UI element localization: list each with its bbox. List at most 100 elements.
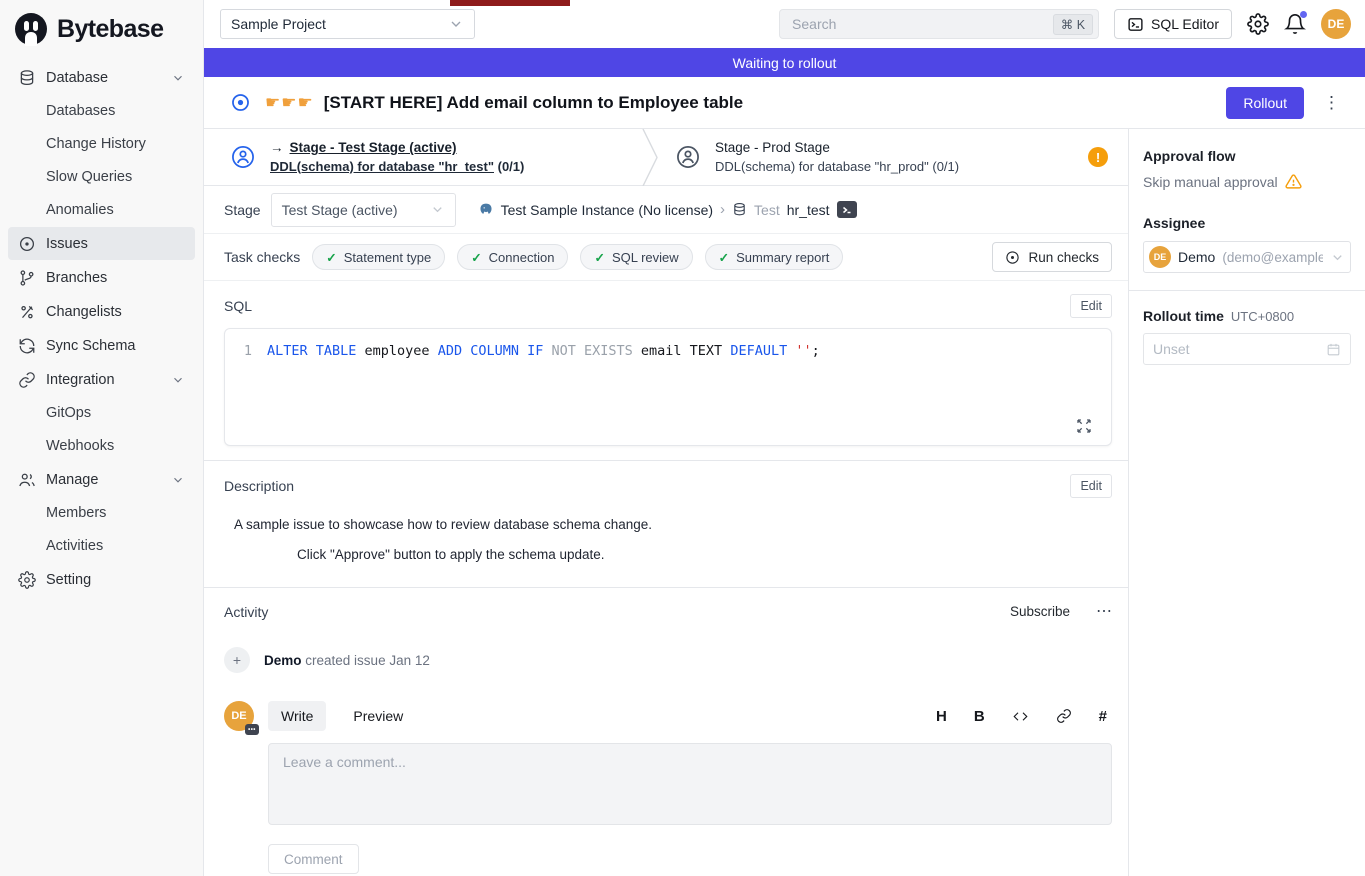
sidebar-item-activities[interactable]: Activities bbox=[8, 530, 195, 562]
issue-icon bbox=[18, 235, 36, 253]
stage-task-detail: DDL(schema) for database "hr_prod" bbox=[715, 159, 929, 174]
subscribe-button[interactable]: Subscribe bbox=[1004, 603, 1076, 620]
issue-more-menu[interactable]: ⋮ bbox=[1314, 94, 1349, 111]
sidebar-item-gitops[interactable]: GitOps bbox=[8, 397, 195, 429]
rollout-time-heading: Rollout time bbox=[1143, 308, 1224, 324]
stage-select[interactable]: Test Stage (active) bbox=[271, 193, 456, 227]
assignee-avatar: DE bbox=[1149, 246, 1171, 268]
sync-icon bbox=[18, 337, 36, 355]
sidebar-item-issues[interactable]: Issues bbox=[8, 227, 195, 260]
stage-task-count: (0/1) bbox=[498, 159, 525, 174]
tab-write[interactable]: Write bbox=[268, 701, 326, 731]
assignee-select[interactable]: DE Demo (demo@example bbox=[1143, 241, 1351, 273]
stage-card-prod[interactable]: Stage - Prod Stage DDL(schema) for datab… bbox=[659, 129, 1128, 185]
bold-format-icon[interactable]: B bbox=[974, 708, 985, 725]
stage-select-value: Test Stage (active) bbox=[282, 202, 398, 218]
code-format-icon[interactable] bbox=[1012, 709, 1029, 724]
settings-gear-button[interactable] bbox=[1247, 13, 1269, 35]
user-avatar[interactable]: DE bbox=[1321, 9, 1351, 39]
sql-heading: SQL bbox=[224, 298, 252, 314]
issue-title: [START HERE] Add email column to Employe… bbox=[324, 93, 743, 113]
pointing-finger-emojis: ☛☛☛ bbox=[265, 93, 314, 113]
check-pill-sql-review[interactable]: ✓SQL review bbox=[580, 244, 692, 270]
comment-input[interactable] bbox=[268, 743, 1112, 825]
database-cylinder-icon bbox=[732, 202, 747, 217]
comment-editor: DE ••• Write Preview H B # bbox=[204, 681, 1128, 874]
sql-editor-button[interactable]: SQL Editor bbox=[1114, 9, 1232, 39]
task-checks-bar: Task checks ✓Statement type ✓Connection … bbox=[204, 234, 1128, 281]
screen-recording-artifact bbox=[450, 0, 570, 6]
check-passed-icon: ✓ bbox=[594, 250, 604, 265]
rollout-time-input[interactable]: Unset bbox=[1143, 333, 1351, 365]
check-passed-icon: ✓ bbox=[719, 250, 729, 265]
project-select[interactable]: Sample Project bbox=[220, 9, 475, 39]
instance-link[interactable]: Test Sample Instance (No license) bbox=[501, 202, 713, 218]
sql-edit-button[interactable]: Edit bbox=[1070, 294, 1112, 318]
sidebar-item-changelists[interactable]: Changelists bbox=[8, 295, 195, 328]
sidebar-item-anomalies[interactable]: Anomalies bbox=[8, 194, 195, 226]
heading-format-icon[interactable]: H bbox=[936, 708, 947, 725]
gear-icon bbox=[18, 571, 36, 589]
sidebar-item-label: Manage bbox=[46, 472, 98, 488]
sidebar-item-manage[interactable]: Manage bbox=[8, 463, 195, 496]
assignee-name: Demo bbox=[1178, 249, 1215, 265]
open-in-sql-editor-icon[interactable] bbox=[837, 201, 857, 218]
sidebar-item-databases[interactable]: Databases bbox=[8, 95, 195, 127]
chevron-down-icon bbox=[430, 202, 445, 217]
approval-status: Skip manual approval bbox=[1143, 174, 1278, 190]
topbar: Sample Project ⌘ K SQL Editor DE bbox=[204, 0, 1365, 48]
sidebar-item-label: Sync Schema bbox=[46, 338, 135, 354]
link-format-icon[interactable] bbox=[1056, 708, 1072, 724]
run-checks-button[interactable]: Run checks bbox=[992, 242, 1112, 272]
assignee-heading: Assignee bbox=[1143, 215, 1351, 231]
database-link[interactable]: hr_test bbox=[787, 202, 830, 218]
description-section: Description Edit A sample issue to showc… bbox=[204, 460, 1128, 588]
sidebar-item-integration[interactable]: Integration bbox=[8, 363, 195, 396]
stage-strip: → Stage - Test Stage (active) DDL(schema… bbox=[204, 129, 1128, 186]
sql-editor-label: SQL Editor bbox=[1151, 16, 1219, 32]
check-pill-summary-report[interactable]: ✓Summary report bbox=[705, 244, 844, 270]
activity-heading: Activity bbox=[224, 604, 268, 620]
sidebar-item-database[interactable]: Database bbox=[8, 61, 195, 94]
line-number: 1 bbox=[225, 342, 267, 361]
rollout-button[interactable]: Rollout bbox=[1226, 87, 1304, 119]
notifications-bell-button[interactable] bbox=[1284, 13, 1306, 35]
check-pill-connection[interactable]: ✓Connection bbox=[457, 244, 568, 270]
activity-action: created issue Jan 12 bbox=[305, 653, 430, 668]
description-paragraph: A sample issue to showcase how to review… bbox=[234, 517, 1112, 532]
issue-body: → Stage - Test Stage (active) DDL(schema… bbox=[204, 129, 1128, 876]
sidebar-item-members[interactable]: Members bbox=[8, 497, 195, 529]
sidebar-item-branches[interactable]: Branches bbox=[8, 261, 195, 294]
environment-label: Test bbox=[754, 202, 780, 218]
chevron-down-icon bbox=[171, 473, 185, 487]
stage-label: Stage bbox=[224, 202, 261, 218]
comment-submit-button[interactable]: Comment bbox=[268, 844, 359, 874]
search-input[interactable] bbox=[790, 15, 1053, 33]
stage-bar: Stage Test Stage (active) Test Sample In… bbox=[204, 186, 1128, 234]
issue-status-icon bbox=[230, 92, 251, 113]
sidebar-item-slow-queries[interactable]: Slow Queries bbox=[8, 161, 195, 193]
check-pill-statement-type[interactable]: ✓Statement type bbox=[312, 244, 445, 270]
activity-section: Activity Subscribe ⋯ + Demo created issu… bbox=[204, 588, 1128, 681]
description-heading: Description bbox=[224, 478, 294, 494]
activity-more-menu[interactable]: ⋯ bbox=[1096, 604, 1112, 620]
person-circle-icon bbox=[230, 144, 256, 170]
activity-actor: Demo bbox=[264, 653, 302, 668]
database-breadcrumb: Test Sample Instance (No license) › Test… bbox=[478, 201, 857, 218]
sidebar-item-change-history[interactable]: Change History bbox=[8, 128, 195, 160]
stage-card-test[interactable]: → Stage - Test Stage (active) DDL(schema… bbox=[204, 129, 642, 185]
terminal-icon bbox=[1127, 16, 1144, 33]
hash-format-icon[interactable]: # bbox=[1099, 708, 1107, 725]
sidebar-item-sync-schema[interactable]: Sync Schema bbox=[8, 329, 195, 362]
sidebar-item-setting[interactable]: Setting bbox=[8, 563, 195, 596]
bytebase-logo[interactable]: Bytebase bbox=[0, 10, 203, 60]
attention-indicator-icon: ! bbox=[1088, 147, 1108, 167]
brand-name: Bytebase bbox=[57, 15, 163, 44]
issue-header: ☛☛☛ [START HERE] Add email column to Emp… bbox=[204, 77, 1365, 129]
description-edit-button[interactable]: Edit bbox=[1070, 474, 1112, 498]
bytebase-app: Bytebase Database Databases Change Histo… bbox=[0, 0, 1365, 876]
tab-preview[interactable]: Preview bbox=[340, 701, 416, 731]
sidebar-item-webhooks[interactable]: Webhooks bbox=[8, 430, 195, 462]
fullscreen-expand-icon[interactable] bbox=[1076, 418, 1092, 434]
description-paragraph: Click "Approve" button to apply the sche… bbox=[297, 547, 1112, 562]
